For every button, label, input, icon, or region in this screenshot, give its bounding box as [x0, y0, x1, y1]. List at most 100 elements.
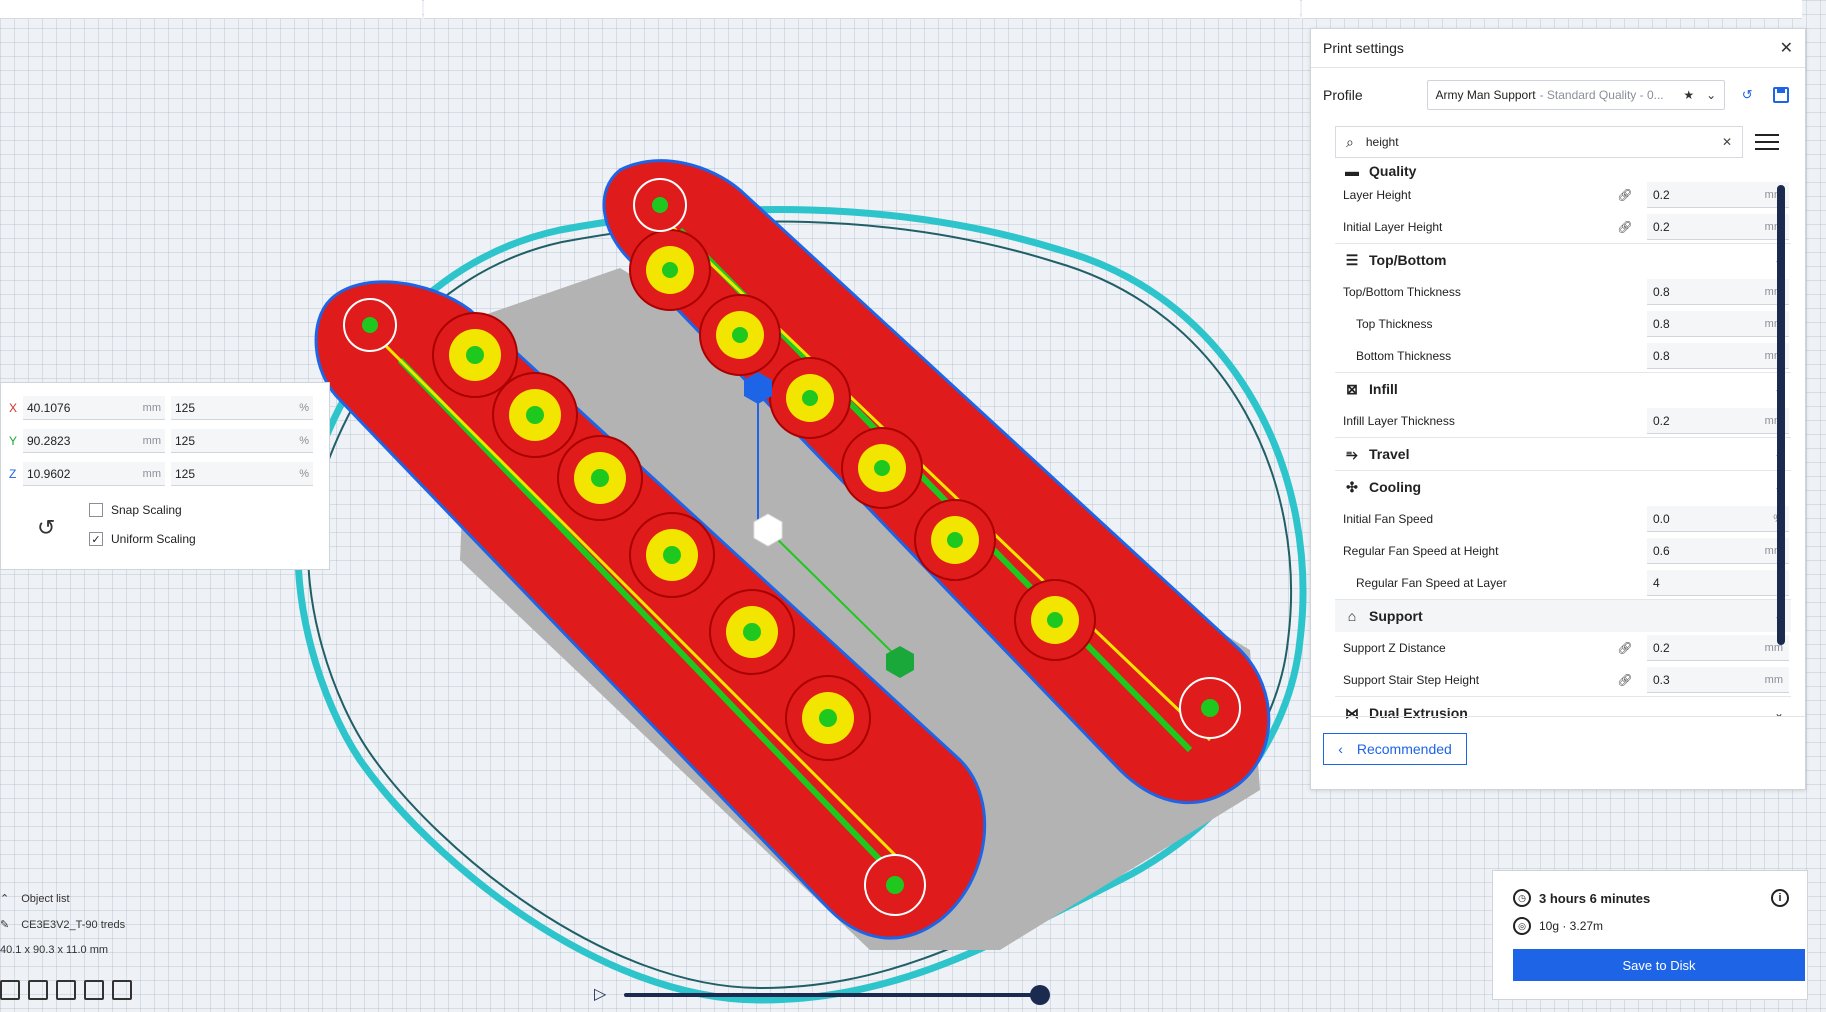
- profile-label: Profile: [1323, 87, 1363, 103]
- link-icon: 🔗︎: [1617, 188, 1633, 202]
- field-value: 125: [175, 433, 196, 448]
- field-unit: %: [299, 434, 309, 447]
- setting-label: Initial Layer Height: [1343, 220, 1443, 234]
- field-value: 0.8: [1653, 284, 1670, 299]
- quality-icon: ▬: [1345, 165, 1359, 179]
- save-to-disk-button[interactable]: Save to Disk: [1513, 949, 1805, 981]
- recommended-button[interactable]: ‹ Recommended: [1323, 733, 1467, 765]
- field-unit: mm: [142, 467, 161, 480]
- category-travel[interactable]: ⥱ Travel ⌄: [1335, 437, 1791, 470]
- category-quality[interactable]: ▬ Quality: [1335, 165, 1791, 179]
- chevron-up-icon: ⌃: [0, 893, 10, 905]
- reset-scale-icon[interactable]: ↺: [37, 515, 55, 541]
- x-percent-input[interactable]: 125%: [171, 396, 313, 420]
- field-unit: mm: [1764, 673, 1783, 686]
- setting-regular-fan-speed-height: Regular Fan Speed at Height 0.6 mm: [1335, 535, 1791, 567]
- category-top-bottom[interactable]: ☰ Top/Bottom ⌄: [1335, 243, 1791, 276]
- z-percent-input[interactable]: 125%: [171, 462, 313, 486]
- pencil-icon[interactable]: ✎: [0, 918, 9, 931]
- infill-icon: ⊠: [1346, 380, 1358, 397]
- scale-row-y: Y 90.2823 mm 125%: [9, 428, 313, 454]
- settings-list[interactable]: ▬ Quality Layer Height 🔗︎ 0.2 mm Initial …: [1335, 165, 1791, 729]
- category-label: Travel: [1369, 446, 1410, 462]
- settings-search-row: ⌕ height ✕: [1311, 122, 1805, 162]
- link-icon: 🔗︎: [1617, 641, 1633, 655]
- field-value: 125: [175, 400, 196, 415]
- setting-label: Support Z Distance: [1343, 641, 1446, 655]
- layer-height-field[interactable]: 0.2 mm: [1647, 182, 1789, 208]
- field-value: 40.1076: [27, 400, 71, 415]
- uniform-scaling-checkbox[interactable]: ✓ Uniform Scaling: [89, 532, 196, 546]
- field-value: 0.8: [1653, 348, 1670, 363]
- field-value: 0.2: [1653, 640, 1670, 655]
- view-right-icon[interactable]: [112, 980, 132, 1000]
- view-3d-icon[interactable]: [0, 980, 20, 1000]
- category-label: Top/Bottom: [1369, 252, 1447, 268]
- settings-search-input[interactable]: ⌕ height ✕: [1335, 126, 1743, 158]
- info-icon[interactable]: i: [1771, 889, 1789, 907]
- setting-infill-layer-thickness: Infill Layer Thickness 0.2 mm: [1335, 405, 1791, 437]
- profile-detail: - Standard Quality - 0...: [1539, 88, 1664, 102]
- reset-profile-icon[interactable]: ↺: [1735, 83, 1759, 107]
- travel-icon: ⥱: [1346, 445, 1358, 462]
- setting-initial-fan-speed: Initial Fan Speed 0.0%: [1335, 503, 1791, 535]
- scale-row-x: X 40.1076 mm 125%: [9, 395, 313, 421]
- top-bottom-thickness-field[interactable]: 0.8 mm: [1647, 279, 1789, 305]
- view-left-icon[interactable]: [84, 980, 104, 1000]
- toolbar-segment-material[interactable]: [424, 0, 1300, 19]
- category-dual-extrusion[interactable]: ⋈ Dual Extrusion ⌄: [1335, 696, 1791, 729]
- toolbar-segment-print-settings[interactable]: [1302, 0, 1802, 19]
- y-size-input[interactable]: 90.2823 mm: [23, 429, 165, 453]
- clear-search-icon[interactable]: ✕: [1722, 135, 1732, 149]
- regular-fan-speed-layer-field[interactable]: 4: [1647, 570, 1789, 596]
- field-value: 4: [1653, 575, 1660, 590]
- close-icon[interactable]: ✕: [1780, 38, 1793, 58]
- toolbar-segment-printer[interactable]: [0, 0, 422, 19]
- category-label: Support: [1369, 608, 1423, 624]
- object-list-header[interactable]: ⌃ Object list: [0, 892, 70, 906]
- support-z-distance-field[interactable]: 0.2 mm: [1647, 635, 1789, 661]
- initial-layer-height-field[interactable]: 0.2 mm: [1647, 214, 1789, 240]
- regular-fan-speed-height-field[interactable]: 0.6 mm: [1647, 538, 1789, 564]
- snap-scaling-label: Snap Scaling: [111, 503, 182, 517]
- field-value: 0.8: [1653, 316, 1670, 331]
- initial-fan-speed-field[interactable]: 0.0%: [1647, 506, 1789, 532]
- field-value: 0.2: [1653, 413, 1670, 428]
- timeline-handle[interactable]: [1030, 985, 1050, 1005]
- bottom-thickness-field[interactable]: 0.8 mm: [1647, 343, 1789, 369]
- object-dimensions-text: 40.1 x 90.3 x 11.0 mm: [0, 944, 109, 956]
- snap-scaling-checkbox[interactable]: Snap Scaling: [89, 503, 182, 517]
- y-percent-input[interactable]: 125%: [171, 429, 313, 453]
- chevron-down-icon: ⌄: [1773, 706, 1785, 720]
- star-icon[interactable]: ★: [1683, 88, 1694, 102]
- x-size-input[interactable]: 40.1076 mm: [23, 396, 165, 420]
- checkbox-box[interactable]: ✓: [89, 532, 103, 546]
- chevron-left-icon: ‹: [1338, 741, 1343, 757]
- checkbox-box[interactable]: [89, 503, 103, 517]
- infill-layer-thickness-field[interactable]: 0.2 mm: [1647, 408, 1789, 434]
- field-unit: %: [299, 401, 309, 414]
- top-toolbar: [0, 0, 1826, 19]
- category-cooling[interactable]: ✣ Cooling ⌄: [1335, 470, 1791, 503]
- settings-menu-icon[interactable]: [1755, 134, 1779, 150]
- top-thickness-field[interactable]: 0.8 mm: [1647, 311, 1789, 337]
- profile-dropdown[interactable]: Army Man Support - Standard Quality - 0.…: [1426, 80, 1726, 110]
- axis-label-y: Y: [9, 434, 18, 448]
- category-infill[interactable]: ⊠ Infill ⌄: [1335, 372, 1791, 405]
- save-profile-icon[interactable]: [1769, 83, 1793, 107]
- estimated-time: 3 hours 6 minutes: [1539, 890, 1651, 906]
- timeline-track[interactable]: [624, 993, 1034, 997]
- z-size-input[interactable]: 10.9602 mm: [23, 462, 165, 486]
- search-value: height: [1365, 135, 1399, 149]
- support-stair-step-height-field[interactable]: 0.3 mm: [1647, 667, 1789, 693]
- support-icon: ⌂: [1347, 608, 1357, 624]
- view-front-icon[interactable]: [28, 980, 48, 1000]
- category-support[interactable]: ⌂ Support ⌄: [1335, 599, 1791, 632]
- play-icon[interactable]: ▷: [594, 984, 606, 1004]
- settings-scrollbar[interactable]: [1777, 185, 1785, 645]
- setting-support-stair-step-height: Support Stair Step Height 🔗︎ 0.3 mm: [1335, 664, 1791, 696]
- setting-label: Bottom Thickness: [1356, 349, 1452, 363]
- object-list-item[interactable]: ✎ CE3E3V2_T-90 treds: [0, 918, 125, 932]
- divider: [1311, 716, 1805, 717]
- view-top-icon[interactable]: [56, 980, 76, 1000]
